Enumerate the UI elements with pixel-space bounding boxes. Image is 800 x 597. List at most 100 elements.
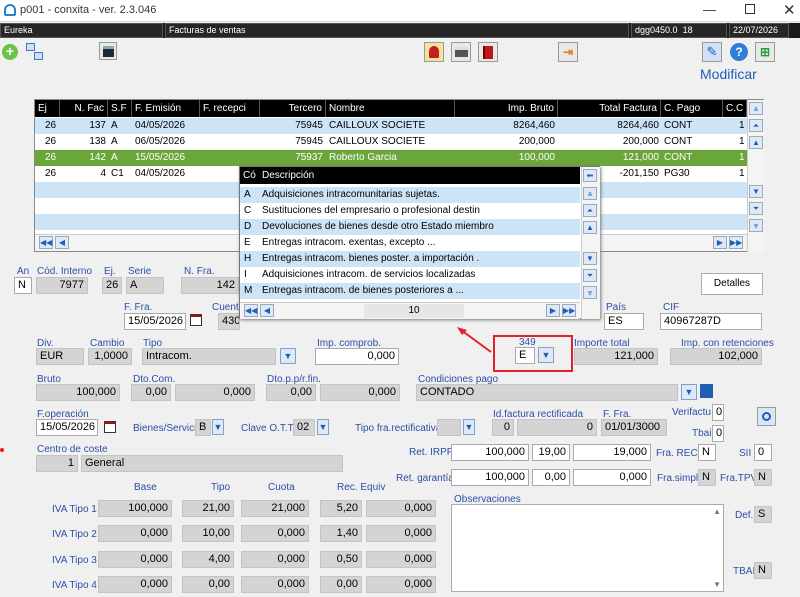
iva-rec-amount-field[interactable]: 0,000 (366, 576, 436, 593)
chevron-down-icon[interactable]: ▼ (538, 347, 554, 363)
iva-tipo-field[interactable]: 10,00 (182, 525, 234, 542)
add-icon[interactable]: + (2, 44, 18, 60)
column-header[interactable]: Tercero (260, 100, 326, 117)
iva-tipo-field[interactable]: 4,00 (182, 551, 234, 568)
add-document-button[interactable]: ⊞ (755, 42, 775, 62)
user-lock-button[interactable] (424, 42, 444, 62)
retirpf-base-field[interactable]: 100,000 (451, 444, 529, 461)
tree-icon[interactable] (26, 43, 44, 61)
scroll-up-icon[interactable]: ▲ (749, 136, 763, 149)
table-row-selected[interactable]: 26 142 A 15/05/2026 75937 Roberto Garcia 100,0… (35, 150, 747, 166)
iva-rec-pct-field[interactable]: 0,50 (320, 551, 362, 568)
print-button[interactable] (451, 42, 471, 62)
f349-field[interactable]: E (515, 347, 535, 364)
column-header[interactable]: C. Pago (661, 100, 723, 117)
ffra2-field[interactable]: 01/01/3000 (601, 419, 667, 436)
column-header[interactable]: N. Fac (60, 100, 108, 117)
scroll-up-icon[interactable]: ▲ (583, 221, 597, 234)
dtopp-pct-field[interactable]: 0,00 (266, 384, 316, 401)
table-row[interactable]: 26 138 A 06/05/2026 75945 CAILLOUX SOCIETE 200… (35, 134, 747, 150)
iva-rec-amount-field[interactable]: 0,000 (366, 551, 436, 568)
close-icon[interactable]: ✕ (783, 1, 796, 19)
frarecc-field[interactable]: N (698, 444, 716, 461)
ccoste-num-field[interactable]: 1 (36, 455, 78, 472)
ccoste-field[interactable]: General (81, 455, 343, 472)
iva-cuota-field[interactable]: 0,000 (241, 551, 309, 568)
column-header[interactable]: F. recepci (200, 100, 260, 117)
minimize-icon[interactable]: — (703, 2, 716, 17)
scroll-bottom-icon[interactable]: ⩔ (583, 286, 597, 299)
page-down-icon[interactable]: ⏷ (749, 202, 763, 215)
table-row[interactable]: 26 137 A 04/05/2026 75945 CAILLOUX SOCIETE 826… (35, 118, 747, 134)
scroll-down-icon[interactable]: ▼ (749, 185, 763, 198)
back-icon[interactable]: ⬅ (583, 169, 597, 182)
iva-tipo-field[interactable]: 0,00 (182, 576, 234, 593)
iva-rec-amount-field[interactable]: 0,000 (366, 525, 436, 542)
chevron-down-icon[interactable]: ▼ (463, 419, 475, 435)
maximize-icon[interactable] (745, 4, 755, 14)
last-page-icon[interactable]: ▶▶ (562, 304, 576, 317)
popup-page-field[interactable]: 10 (364, 304, 464, 318)
detalles-button[interactable]: Detalles (701, 273, 763, 295)
def-field[interactable]: S (754, 506, 772, 523)
calendar-icon[interactable] (104, 421, 116, 433)
sii-field[interactable]: 0 (754, 444, 772, 461)
dtopp-amount-field[interactable]: 0,000 (320, 384, 400, 401)
first-page-icon[interactable]: ◀◀ (39, 236, 53, 249)
pais-field[interactable]: ES (604, 313, 644, 330)
scroll-down-icon[interactable]: ▼ (583, 252, 597, 265)
next-page-icon[interactable]: ▶ (713, 236, 727, 249)
chevron-down-icon[interactable]: ▼ (280, 348, 296, 364)
first-page-icon[interactable]: ◀◀ (244, 304, 258, 317)
calendar-icon[interactable] (190, 314, 202, 326)
help-icon[interactable]: ? (730, 43, 748, 61)
column-header[interactable]: Ej (35, 100, 60, 117)
prev-page-icon[interactable]: ◀ (260, 304, 274, 317)
verifactu-field[interactable]: 0 (712, 404, 724, 421)
scroll-bottom-icon[interactable]: ⩔ (749, 219, 763, 232)
iva-tipo-field[interactable]: 21,00 (182, 500, 234, 517)
column-header[interactable]: F. Emisión (132, 100, 200, 117)
scroll-up-icon[interactable]: ▲ (713, 507, 721, 516)
iva-rec-amount-field[interactable]: 0,000 (366, 500, 436, 517)
retgar-amount-field[interactable]: 0,000 (573, 469, 651, 486)
chevron-down-icon[interactable]: ▼ (212, 419, 224, 435)
iva-rec-pct-field[interactable]: 1,40 (320, 525, 362, 542)
dtocom-pct-field[interactable]: 0,00 (131, 384, 171, 401)
iva-cuota-field[interactable]: 21,000 (241, 500, 309, 517)
scroll-top-icon[interactable]: ⩓ (749, 102, 763, 115)
impret-field[interactable]: 102,000 (670, 348, 762, 365)
bienes-field[interactable]: B (195, 419, 211, 436)
idfra-serie-field[interactable]: 0 (492, 419, 514, 436)
last-page-icon[interactable]: ▶▶ (729, 236, 743, 249)
bruto-field[interactable]: 100,000 (36, 384, 120, 401)
foper-field[interactable]: 15/05/2026 (36, 419, 98, 436)
chevron-down-icon[interactable]: ▼ (317, 419, 329, 435)
div-field[interactable]: EUR (36, 348, 84, 365)
edit-button[interactable]: ✎ (702, 42, 722, 62)
list-item[interactable]: A Adquisiciones intracomunitarias sujetas… (240, 187, 580, 203)
cuenta-field[interactable]: 430 (218, 313, 240, 330)
tbai2-field[interactable]: N (754, 562, 772, 579)
claveott-field[interactable]: 02 (293, 419, 315, 436)
iva-cuota-field[interactable]: 0,000 (241, 576, 309, 593)
fratpv-field[interactable]: N (754, 469, 772, 486)
cambio-field[interactable]: 1,0000 (88, 348, 132, 365)
list-item[interactable]: C Sustituciones del empresario o profesio… (240, 203, 580, 219)
list-item[interactable]: M Entregas intracom. de bienes posteriore… (240, 283, 580, 299)
codint-field[interactable]: 7977 (36, 277, 88, 294)
an-field[interactable]: N (14, 277, 32, 294)
column-header[interactable]: Total Factura (558, 100, 661, 117)
chevron-down-icon[interactable]: ▼ (681, 384, 697, 400)
page-up-icon[interactable]: ⏶ (749, 119, 763, 132)
idfra-num-field[interactable]: 0 (517, 419, 597, 436)
page-up-icon[interactable]: ⏶ (583, 204, 597, 217)
retgar-base-field[interactable]: 100,000 (451, 469, 529, 486)
tbai-field[interactable]: 0 (712, 425, 724, 442)
impcomp-field[interactable]: 0,000 (315, 348, 399, 365)
search-button[interactable] (757, 407, 776, 426)
list-item[interactable]: E Entregas intracom. exentas, excepto ... (240, 235, 580, 251)
list-item[interactable]: I Adquisiciones intracom. de servicios lo… (240, 267, 580, 283)
column-header[interactable]: Imp. Bruto (455, 100, 558, 117)
iva-rec-pct-field[interactable]: 5,20 (320, 500, 362, 517)
